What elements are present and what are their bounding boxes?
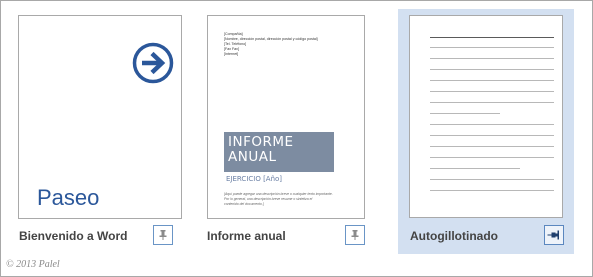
thumbnail-title-band: INFORME ANUAL bbox=[224, 132, 334, 172]
template-thumbnail[interactable] bbox=[409, 15, 563, 218]
template-label: Bienvenido a Word bbox=[19, 229, 128, 243]
thumbnail-header: [Compañía] [Nombre, dirección postal, di… bbox=[224, 32, 318, 56]
template-label: Informe anual bbox=[207, 229, 286, 243]
ruled-line bbox=[430, 179, 554, 180]
unpin-button[interactable] bbox=[544, 225, 564, 245]
template-label: Autogillotinado bbox=[410, 229, 498, 243]
template-tile-informe-anual[interactable]: [Compañía] [Nombre, dirección postal, di… bbox=[196, 0, 386, 277]
thumbnail-subtitle: EJERCICIO [Año] bbox=[226, 175, 283, 183]
ruled-line bbox=[430, 113, 500, 114]
template-tile-bienvenido[interactable]: Paseo Bienvenido a Word bbox=[8, 0, 188, 277]
ruled-line bbox=[430, 146, 554, 147]
template-thumbnail[interactable]: [Compañía] [Nombre, dirección postal, di… bbox=[207, 15, 365, 219]
pin-icon bbox=[351, 230, 359, 240]
template-tile-autogillotinado[interactable]: Autogillotinado bbox=[398, 9, 574, 254]
pinned-icon bbox=[547, 230, 559, 240]
pin-button[interactable] bbox=[345, 225, 365, 245]
copyright-text: © 2013 Palel bbox=[6, 259, 60, 270]
thumbnail-title: Paseo bbox=[37, 185, 100, 210]
pin-button[interactable] bbox=[153, 225, 173, 245]
ruled-line bbox=[430, 80, 554, 81]
ruled-line bbox=[430, 190, 554, 191]
ruled-line bbox=[430, 102, 554, 103]
ruled-line bbox=[430, 47, 554, 48]
ruled-line bbox=[430, 91, 554, 92]
ruled-line bbox=[430, 124, 554, 125]
thumbnail-body: [Aquí puede agregar una descripción brev… bbox=[224, 192, 333, 206]
ruled-line bbox=[430, 135, 554, 136]
template-thumbnail[interactable]: Paseo bbox=[18, 15, 182, 219]
ruled-line bbox=[430, 168, 520, 169]
ruled-line bbox=[430, 58, 554, 59]
ruled-line bbox=[430, 157, 554, 158]
ruled-line bbox=[430, 37, 554, 38]
ruled-line bbox=[430, 69, 554, 70]
pin-icon bbox=[159, 230, 167, 240]
arrow-circle-right-icon bbox=[132, 42, 174, 84]
